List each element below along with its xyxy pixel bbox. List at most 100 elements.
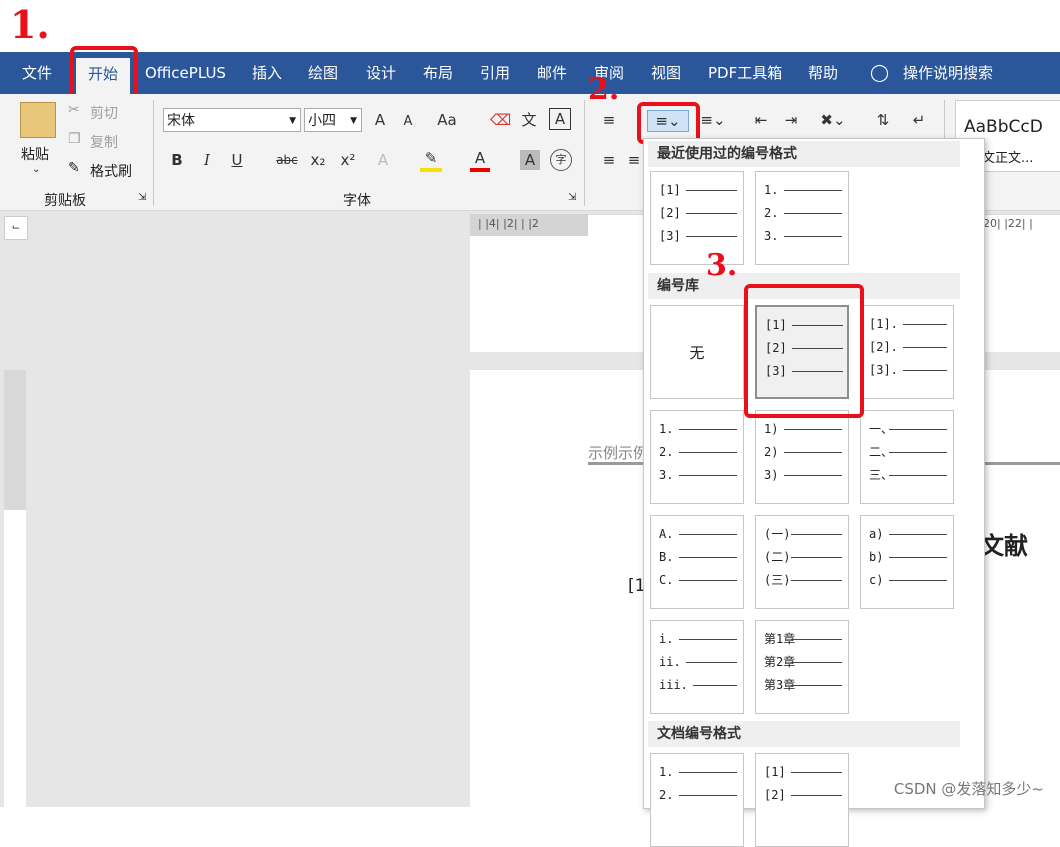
paste-dropdown-icon[interactable]: ⌄ [32,164,40,175]
tab-pdf-toolbox[interactable]: PDF工具箱 [708,52,782,94]
enclose-char-button[interactable]: 字 [550,149,572,171]
placeholder-line [686,213,737,214]
numbering-label: [1] [659,183,681,197]
numbering-label: iii. [659,678,688,692]
font-family-select[interactable]: 宋体 ▼ [163,108,301,132]
paste-button[interactable]: 粘贴 [21,144,49,164]
numbering-label: [2] [659,206,681,220]
placeholder-line [791,662,842,663]
placeholder-line [784,429,842,430]
lightbulb-icon: ◯ [870,63,890,83]
numbering-format-tile[interactable]: i. ii. iii. [650,620,744,714]
char-border-icon[interactable]: A [549,108,571,130]
numbering-format-tile[interactable]: 1. 2. 3. [755,171,849,265]
subscript-button[interactable]: x₂ [307,150,329,170]
dialog-launcher-icon[interactable]: ⇲ [138,192,146,203]
change-case-icon[interactable]: Aa [434,110,460,130]
text-effects-icon[interactable]: A [372,150,394,170]
numbering-label: B. [659,550,674,564]
tab-file[interactable]: 文件 [22,52,52,94]
show-marks-icon[interactable]: ↵ [908,110,930,130]
tab-help[interactable]: 帮助 [808,52,838,94]
numbering-format-tile[interactable]: [1]. [2]. [3]. [860,305,954,399]
format-painter-button[interactable]: 格式刷 [90,161,132,181]
cut-button[interactable]: 剪切 [90,103,118,123]
doc-heading-fragment: 文献 [980,532,1028,560]
tab-mailings[interactable]: 邮件 [537,52,567,94]
annotation-step1: 1. [10,2,50,47]
align-center-icon[interactable]: ≡ [626,150,642,170]
placeholder-line [791,795,842,796]
shrink-font-icon[interactable]: A [398,112,418,132]
font-dialog-launcher-icon[interactable]: ⇲ [568,192,576,203]
decrease-indent-icon[interactable]: ⇤ [750,110,772,130]
separator [153,100,154,206]
placeholder-line [889,557,947,558]
font-group-label: 字体 [343,193,371,209]
superscript-button[interactable]: x² [337,150,359,170]
placeholder-line [784,475,842,476]
numbering-none-tile[interactable]: 无 [650,305,744,399]
font-size-select[interactable]: 小四 ▼ [304,108,362,132]
font-color-button[interactable]: A [470,148,490,172]
numbering-format-tile[interactable]: 1. 2. [650,753,744,847]
multilevel-list-icon[interactable]: ≡⌄ [697,110,729,130]
chinese-layout-icon[interactable]: ✖⌄ [818,110,848,130]
tab-officeplus[interactable]: OfficePLUS [145,52,226,94]
numbering-format-tile[interactable]: (一) (二) (三) [755,515,849,609]
placeholder-line [889,534,947,535]
strikethrough-button[interactable]: abc [273,150,301,170]
recent-formats-header: 最近使用过的编号格式 [648,141,960,167]
ribbon-tab-bar: 文件 开始 OfficePLUS 插入 绘图 设计 布局 引用 邮件 审阅 视图… [0,52,1060,94]
numbering-label: a) [869,527,884,541]
numbering-format-tile[interactable]: 一、 二、 三、 [860,410,954,504]
char-shading-button[interactable]: A [520,150,540,170]
separator [584,100,585,206]
placeholder-line [903,324,947,325]
align-left-icon[interactable]: ≡ [598,150,620,170]
tab-references[interactable]: 引用 [480,52,510,94]
numbering-format-tile[interactable]: 第1章 第2章 第3章 [755,620,849,714]
tab-insert[interactable]: 插入 [252,52,282,94]
numbering-label: 1) [764,422,779,436]
placeholder-line [679,475,737,476]
italic-button[interactable]: I [197,150,217,170]
numbering-format-tile[interactable]: 1) 2) 3) [755,410,849,504]
placeholder-line [784,213,842,214]
tab-layout[interactable]: 布局 [423,52,453,94]
placeholder-line [686,190,737,191]
placeholder-line [693,685,737,686]
tab-design[interactable]: 设计 [366,52,396,94]
highlight-icon[interactable]: ✎ [420,148,442,172]
numbering-label: [3]. [869,363,898,377]
increase-indent-icon[interactable]: ⇥ [780,110,802,130]
font-family-value: 宋体 [167,113,195,129]
paste-icon[interactable] [20,102,56,138]
placeholder-line [686,662,737,663]
numbering-label: i. [659,632,674,646]
bold-button[interactable]: B [167,150,187,170]
numbering-format-tile[interactable]: A. B. C. [650,515,744,609]
numbering-label: (一) [764,527,791,541]
clipboard-group-label: 剪贴板 [44,193,86,209]
tab-view[interactable]: 视图 [651,52,681,94]
grow-font-icon[interactable]: A [370,110,390,130]
numbering-dropdown: 最近使用过的编号格式 编号库 文档编号格式 [1] [2] [3] 1. 2. 3. 无 [1… [643,138,985,847]
clear-format-icon[interactable]: ⌫ [490,110,511,130]
ruler-marks-right: 20| |22| | [983,217,1033,230]
placeholder-line [679,452,737,453]
phonetic-guide-icon[interactable]: 文 [518,110,540,130]
numbering-format-tile[interactable]: 1. 2. 3. [650,410,744,504]
bullets-icon[interactable]: ≡ [598,110,620,130]
copy-button[interactable]: 复制 [90,132,118,152]
numbering-format-tile[interactable]: [1] [2] [755,753,849,847]
sort-icon[interactable]: ⇅ [872,110,894,130]
ruler-toggle-icon[interactable]: ⌙ [4,216,28,240]
numbering-label: [1] [764,765,786,779]
numbering-format-tile[interactable]: a) b) c) [860,515,954,609]
placeholder-line [679,557,737,558]
tab-tell-me-search[interactable]: 操作说明搜索 [903,52,993,94]
tab-draw[interactable]: 绘图 [308,52,338,94]
underline-button[interactable]: U [227,150,247,170]
document-formats-header: 文档编号格式 [648,721,960,747]
